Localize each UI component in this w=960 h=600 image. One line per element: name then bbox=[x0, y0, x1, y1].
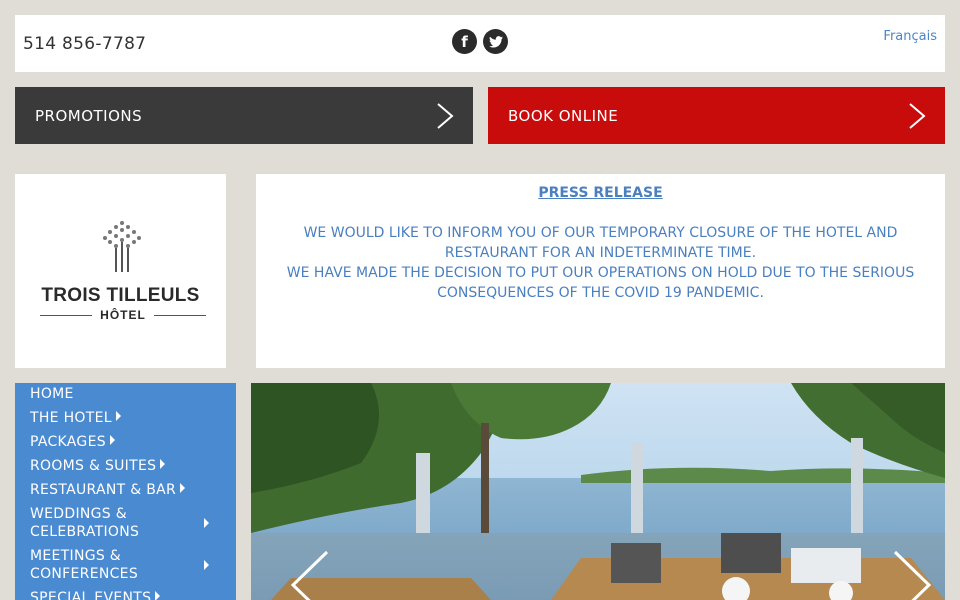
next-slide-icon[interactable] bbox=[893, 550, 933, 600]
tree-logo-icon bbox=[103, 221, 141, 272]
promotions-button[interactable]: PROMOTIONS bbox=[15, 87, 473, 144]
book-online-label: BOOK ONLINE bbox=[508, 106, 619, 125]
chevron-right-icon bbox=[437, 103, 454, 129]
caret-right-icon bbox=[204, 518, 209, 528]
prev-slide-icon[interactable] bbox=[289, 550, 329, 600]
logo-subtitle: HÔTEL bbox=[40, 308, 207, 322]
caret-right-icon bbox=[155, 591, 161, 600]
hero-image bbox=[251, 383, 945, 600]
logo[interactable]: TROIS TILLEULS HÔTEL bbox=[15, 174, 226, 368]
caret-right-icon bbox=[204, 560, 209, 570]
press-release-line-1: WE WOULD LIKE TO INFORM YOU OF OUR TEMPO… bbox=[286, 225, 915, 301]
nav-item-packages[interactable]: PACKAGES bbox=[15, 433, 236, 451]
press-release-heading[interactable]: PRESS RELEASE bbox=[276, 183, 925, 203]
caret-right-icon bbox=[115, 411, 121, 421]
social-links: f bbox=[452, 29, 508, 54]
nav-item-weddings[interactable]: WEDDINGS & CELEBRATIONS bbox=[15, 505, 215, 541]
nav-item-meetings[interactable]: MEETINGS & CONFERENCES bbox=[15, 547, 215, 583]
book-online-button[interactable]: BOOK ONLINE bbox=[488, 87, 945, 144]
nav-item-the-hotel[interactable]: THE HOTEL bbox=[15, 409, 236, 427]
caret-right-icon bbox=[180, 483, 186, 493]
divider bbox=[153, 314, 207, 316]
nav-item-restaurant-bar[interactable]: RESTAURANT & BAR bbox=[15, 481, 236, 499]
caret-right-icon bbox=[109, 435, 115, 445]
chevron-right-icon bbox=[909, 103, 926, 129]
top-bar: 514 856-7787 f Français bbox=[15, 15, 945, 72]
nav-item-rooms-suites[interactable]: ROOMS & SUITES bbox=[15, 457, 236, 475]
caret-right-icon bbox=[160, 459, 166, 469]
main-nav: HOME THE HOTEL PACKAGES ROOMS & SUITES R… bbox=[15, 383, 236, 600]
press-release-panel: PRESS RELEASE WE WOULD LIKE TO INFORM YO… bbox=[256, 174, 945, 368]
logo-sub-label: HÔTEL bbox=[100, 308, 146, 322]
logo-name: TROIS TILLEULS bbox=[41, 285, 200, 306]
phone-number[interactable]: 514 856-7787 bbox=[23, 34, 146, 54]
hero-slideshow bbox=[251, 383, 945, 600]
facebook-icon[interactable]: f bbox=[452, 29, 477, 54]
promotions-label: PROMOTIONS bbox=[35, 106, 143, 125]
nav-item-special-events[interactable]: SPECIAL EVENTS bbox=[15, 589, 236, 600]
twitter-icon[interactable] bbox=[483, 29, 508, 54]
language-link[interactable]: Français bbox=[883, 29, 937, 44]
divider bbox=[40, 314, 93, 316]
nav-item-home[interactable]: HOME bbox=[15, 385, 236, 403]
